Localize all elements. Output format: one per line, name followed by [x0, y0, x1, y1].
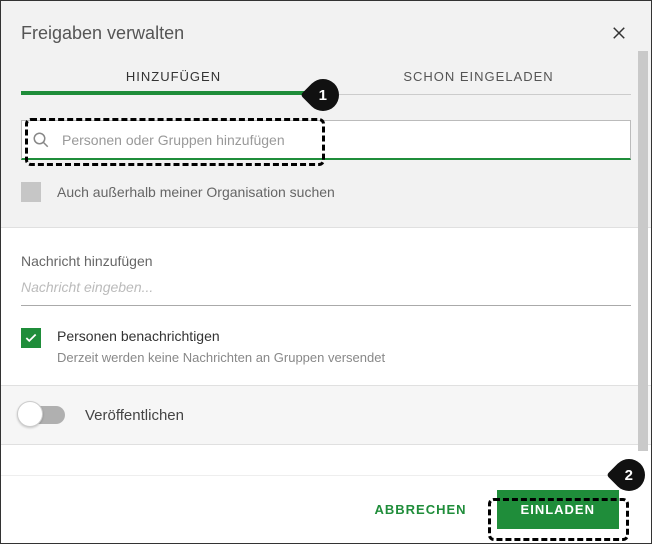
cancel-button[interactable]: ABBRECHEN: [374, 502, 466, 517]
publish-label: Veröffentlichen: [85, 407, 184, 424]
scrollbar-thumb[interactable]: [638, 51, 648, 451]
outside-org-checkbox[interactable]: [21, 182, 41, 202]
search-field-row: [21, 120, 631, 160]
outside-org-row: Auch außerhalb meiner Organisation suche…: [21, 182, 631, 202]
notify-row: Personen benachrichtigen Derzeit werden …: [21, 328, 631, 365]
publish-section: Veröffentlichen: [1, 386, 651, 445]
notify-checkbox[interactable]: [21, 328, 41, 348]
message-input[interactable]: [21, 279, 631, 295]
message-section: Nachricht hinzufügen Personen benachrich…: [1, 228, 651, 386]
tab-already-invited[interactable]: SCHON EINGELADEN: [326, 55, 631, 95]
dialog-title: Freigaben verwalten: [21, 23, 184, 44]
toggle-knob: [17, 401, 43, 427]
search-icon: [32, 131, 50, 149]
invite-button[interactable]: EINLADEN: [497, 490, 619, 529]
publish-toggle[interactable]: [21, 406, 65, 424]
dialog-header: Freigaben verwalten: [1, 1, 651, 55]
message-label: Nachricht hinzufügen: [21, 253, 631, 269]
share-dialog: Freigaben verwalten HINZUFÜGEN SCHON EIN…: [0, 0, 652, 544]
notify-sublabel: Derzeit werden keine Nachrichten an Grup…: [57, 350, 385, 365]
close-icon[interactable]: [607, 21, 631, 45]
outside-org-label: Auch außerhalb meiner Organisation suche…: [57, 184, 335, 200]
notify-label: Personen benachrichtigen: [57, 328, 385, 344]
tab-add[interactable]: HINZUFÜGEN: [21, 55, 326, 95]
search-section: Auch außerhalb meiner Organisation suche…: [1, 95, 651, 228]
search-input[interactable]: [62, 132, 620, 148]
dialog-footer: ABBRECHEN EINLADEN: [1, 475, 639, 543]
